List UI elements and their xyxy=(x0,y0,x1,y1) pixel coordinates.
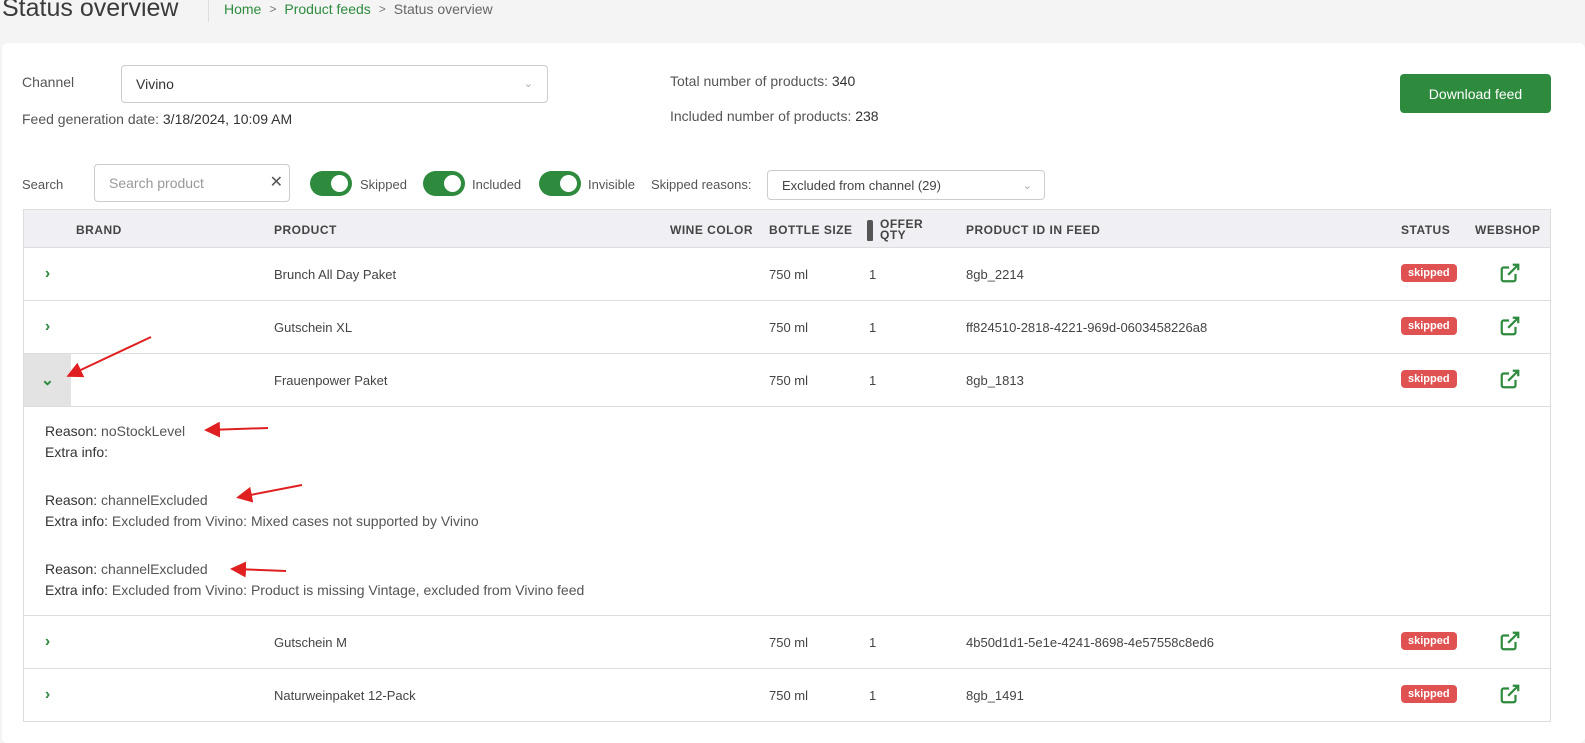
annotation-arrow xyxy=(236,484,303,503)
annotation-arrow xyxy=(66,336,152,378)
annotation-arrows xyxy=(66,336,303,578)
annotation-arrow xyxy=(204,421,269,438)
annotation-arrow xyxy=(230,561,287,578)
